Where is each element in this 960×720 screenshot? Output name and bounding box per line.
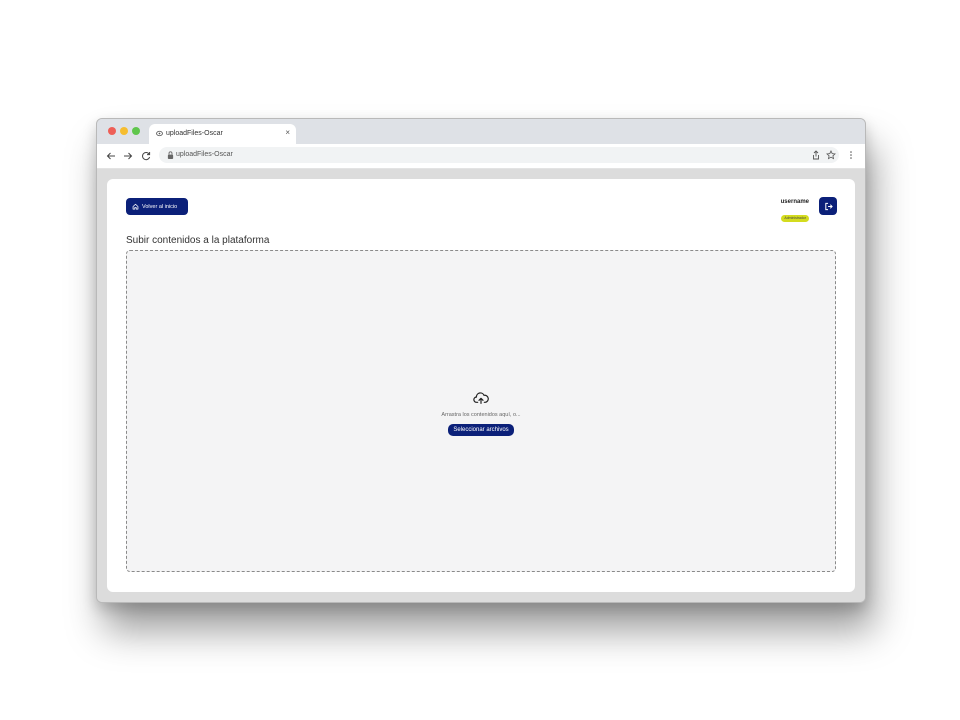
back-arrow-icon[interactable] [106, 151, 116, 161]
globe-icon [156, 130, 163, 137]
user-info: username Administrador [749, 199, 809, 224]
forward-arrow-icon[interactable] [123, 151, 133, 161]
browser-toolbar: uploadFiles-Oscar [97, 144, 865, 169]
dropzone-content: Arrastra los contenidos aquí, o... Selec… [127, 391, 835, 436]
select-files-button[interactable]: Seleccionar archivos [448, 424, 514, 436]
reload-icon[interactable] [141, 151, 151, 161]
username-text: username [780, 199, 809, 205]
page-card: Volver al inicio username Administrador … [107, 179, 855, 592]
lock-icon [167, 151, 174, 159]
address-bar[interactable]: uploadFiles-Oscar [159, 147, 839, 163]
page-title: Subir contenidos a la plataforma [126, 235, 270, 246]
minimize-window-button[interactable] [120, 127, 128, 135]
browser-window: uploadFiles-Oscar × uploadFiles-Oscar Vo… [96, 118, 866, 603]
close-window-button[interactable] [108, 127, 116, 135]
home-button-label: Volver al inicio [142, 203, 178, 210]
browser-tab[interactable]: uploadFiles-Oscar × [149, 124, 296, 144]
more-options-icon[interactable] [846, 150, 856, 160]
tab-bar: uploadFiles-Oscar × [97, 119, 865, 144]
share-icon[interactable] [811, 150, 821, 160]
star-icon[interactable] [826, 150, 836, 160]
cloud-upload-icon [473, 392, 489, 404]
home-button[interactable]: Volver al inicio [126, 198, 188, 215]
role-badge: Administrador [781, 215, 809, 222]
url-text: uploadFiles-Oscar [176, 151, 233, 158]
logout-icon [824, 202, 833, 210]
tab-title: uploadFiles-Oscar [166, 130, 223, 137]
home-icon [132, 203, 139, 210]
tab-close-button[interactable]: × [285, 128, 290, 137]
maximize-window-button[interactable] [132, 127, 140, 135]
page-viewport: Volver al inicio username Administrador … [97, 169, 865, 602]
logout-button[interactable] [819, 197, 837, 215]
dropzone-instructions: Arrastra los contenidos aquí, o... [441, 412, 521, 418]
file-dropzone[interactable]: Arrastra los contenidos aquí, o... Selec… [126, 250, 836, 572]
